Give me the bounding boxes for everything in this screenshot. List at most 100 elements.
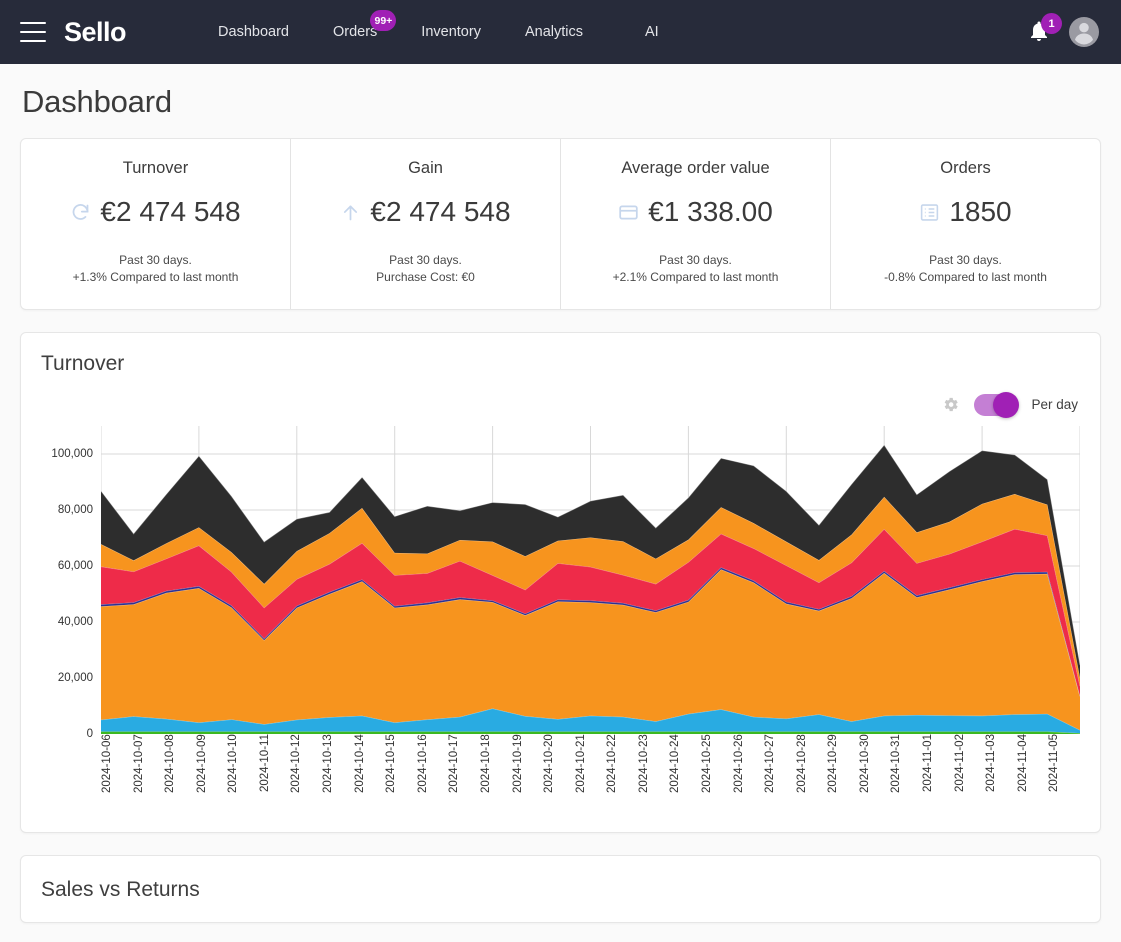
- chart-x-tick: 2024-11-01: [922, 733, 935, 792]
- chart-x-tick: 2024-10-26: [732, 733, 745, 793]
- navbar-right-actions: 1: [1027, 13, 1105, 47]
- turnover-panel-title: Turnover: [41, 351, 125, 375]
- chart-x-tick: 2024-10-28: [795, 733, 808, 793]
- nav-item-analytics-label: Analytics: [524, 24, 583, 40]
- chart-y-tick: 40,000: [57, 615, 93, 628]
- sales-vs-returns-title: Sales vs Returns: [41, 877, 200, 901]
- chart-y-tick: 20,000: [57, 671, 93, 684]
- top-navbar: Sello Dashboard Orders 99+ Inventory Ana…: [0, 0, 1121, 64]
- kpi-turnover-title: Turnover: [122, 159, 189, 177]
- credit-card-icon: [618, 202, 639, 223]
- chart-x-tick: 2024-10-06: [101, 733, 113, 793]
- turnover-panel: Turnover Per day 0 20,000 40,000 60,000 80,0…: [20, 331, 1101, 833]
- notification-count-badge: 1: [1041, 13, 1062, 34]
- chart-plot-row: 0 20,000 40,000 60,000 80,000 100,000: [41, 426, 1080, 740]
- kpi-gain-title: Gain: [408, 159, 443, 177]
- notifications-button[interactable]: 1: [1027, 13, 1062, 46]
- kpi-average-order-value-row: €1 338.00: [571, 196, 820, 228]
- kpi-orders-sub2: -0.8% Compared to last month: [884, 270, 1047, 285]
- kpi-turnover-sub2: +1.3% Compared to last month: [72, 270, 239, 285]
- chart-plot-area: [101, 426, 1080, 734]
- chart-x-tick: 2024-11-05: [1048, 733, 1061, 792]
- chart-y-axis: 0 20,000 40,000 60,000 80,000 100,000: [41, 426, 101, 740]
- kpi-average-order-value: Average order value €1 338.00 Past 30 da…: [561, 139, 831, 309]
- kpi-turnover-value: €2 474 548: [100, 196, 241, 227]
- list-icon: [919, 202, 940, 223]
- chart-x-axis: 2024-10-06 2024-10-07 2024-10-08 2024-10-09…: [101, 734, 1080, 826]
- main-nav: Dashboard Orders 99+ Inventory Analytics…: [196, 10, 681, 48]
- chart-x-tick: 2024-10-10: [227, 733, 240, 793]
- chart-y-tick: 100,000: [51, 447, 93, 460]
- nav-item-orders-label: Orders: [332, 24, 378, 40]
- kpi-card-row: Turnover €2 474 548 Past 30 days. +1.3% …: [20, 138, 1101, 310]
- chart-x-tick: 2024-10-16: [416, 733, 429, 793]
- user-avatar[interactable]: [1069, 17, 1099, 47]
- chart-x-tick: 2024-10-23: [637, 733, 650, 793]
- chart-y-tick: 80,000: [57, 503, 93, 516]
- chart-x-tick: 2024-11-02: [953, 733, 966, 792]
- nav-item-analytics[interactable]: Analytics: [503, 16, 605, 48]
- page-title: Dashboard: [22, 84, 172, 119]
- chart-x-tick: 2024-10-09: [195, 733, 208, 793]
- chart-x-tick: 2024-10-22: [606, 733, 619, 793]
- orders-count-badge: 99+: [370, 10, 397, 31]
- kpi-average-order-value-sub1: Past 30 days.: [659, 253, 732, 267]
- kpi-gain: Gain €2 474 548 Past 30 days. Purchase C…: [291, 139, 561, 309]
- per-day-toggle[interactable]: [974, 391, 1020, 418]
- chart-x-tick: 2024-10-11: [258, 733, 271, 792]
- kpi-orders-sub1: Past 30 days.: [929, 253, 1002, 267]
- chart-x-tick: 2024-10-27: [764, 733, 777, 793]
- chart-x-tick: 2024-11-03: [985, 733, 998, 792]
- chart-y-tick: 0: [86, 727, 93, 740]
- chart-x-tick: 2024-10-31: [890, 733, 903, 793]
- chart-x-tick: 2024-10-20: [543, 733, 556, 793]
- chart-x-tick: 2024-10-30: [858, 733, 871, 793]
- chart-x-tick: 2024-10-07: [132, 733, 145, 793]
- nav-item-ai[interactable]: AI: [605, 16, 681, 48]
- kpi-gain-value-row: €2 474 548: [301, 196, 550, 228]
- chart-x-tick: 2024-10-19: [511, 733, 524, 793]
- kpi-turnover-value-row: €2 474 548: [31, 196, 280, 228]
- sales-vs-returns-panel: Sales vs Returns: [20, 854, 1101, 923]
- nav-item-inventory-label: Inventory: [421, 24, 481, 40]
- chart-x-tick: 2024-10-25: [700, 733, 713, 793]
- chart-x-tick: 2024-10-24: [669, 733, 682, 793]
- nav-item-dashboard-label: Dashboard: [218, 24, 289, 40]
- refresh-icon: [70, 202, 91, 223]
- kpi-average-order-value-title: Average order value: [621, 159, 770, 177]
- brand-logo[interactable]: Sello: [64, 17, 127, 48]
- chart-x-tick: 2024-10-29: [827, 733, 840, 793]
- chart-x-tick: 2024-10-08: [164, 733, 177, 793]
- kpi-orders-value-row: 1850: [841, 196, 1090, 228]
- per-day-toggle-label: Per day: [1031, 397, 1078, 413]
- stacked-area-chart: [101, 426, 1080, 734]
- hamburger-menu-icon[interactable]: [20, 22, 46, 42]
- nav-item-orders[interactable]: Orders 99+: [311, 10, 399, 48]
- kpi-orders-title: Orders: [940, 159, 991, 177]
- kpi-gain-sub1: Past 30 days.: [389, 253, 462, 267]
- kpi-orders: Orders 1850 Past 30 days. -0.8% Compared…: [831, 139, 1100, 309]
- brand-logo-dot: [117, 30, 122, 35]
- chart-x-tick: 2024-10-17: [448, 733, 461, 793]
- chart-y-tick: 60,000: [57, 559, 93, 572]
- gear-icon[interactable]: [941, 395, 960, 414]
- user-avatar-icon: [1075, 22, 1093, 45]
- chart-x-tick: 2024-10-12: [290, 733, 303, 793]
- nav-item-dashboard[interactable]: Dashboard: [196, 16, 311, 48]
- chart-x-tick: 2024-10-13: [322, 733, 335, 793]
- kpi-gain-value: €2 474 548: [370, 196, 511, 227]
- chart-x-tick: 2024-10-18: [479, 733, 492, 793]
- kpi-orders-value: 1850: [949, 196, 1012, 227]
- chart-x-tick: 2024-11-04: [1016, 733, 1029, 792]
- chart-x-tick: 2024-10-15: [385, 733, 398, 793]
- kpi-gain-sub2: Purchase Cost: €0: [376, 270, 475, 285]
- kpi-turnover: Turnover €2 474 548 Past 30 days. +1.3% …: [21, 139, 291, 309]
- chart-toolbar: Per day: [21, 384, 1100, 422]
- page-body: Dashboard Turnover €2 474 548 Past 30 da…: [0, 64, 1121, 923]
- nav-item-inventory[interactable]: Inventory: [399, 16, 503, 48]
- chart-x-tick: 2024-10-21: [574, 733, 587, 793]
- turnover-chart: 0 20,000 40,000 60,000 80,000 100,000 2024-10…: [21, 422, 1100, 832]
- arrow-up-icon: [340, 202, 361, 223]
- per-day-toggle-knob: [993, 391, 1020, 418]
- nav-item-ai-label: AI: [644, 24, 659, 40]
